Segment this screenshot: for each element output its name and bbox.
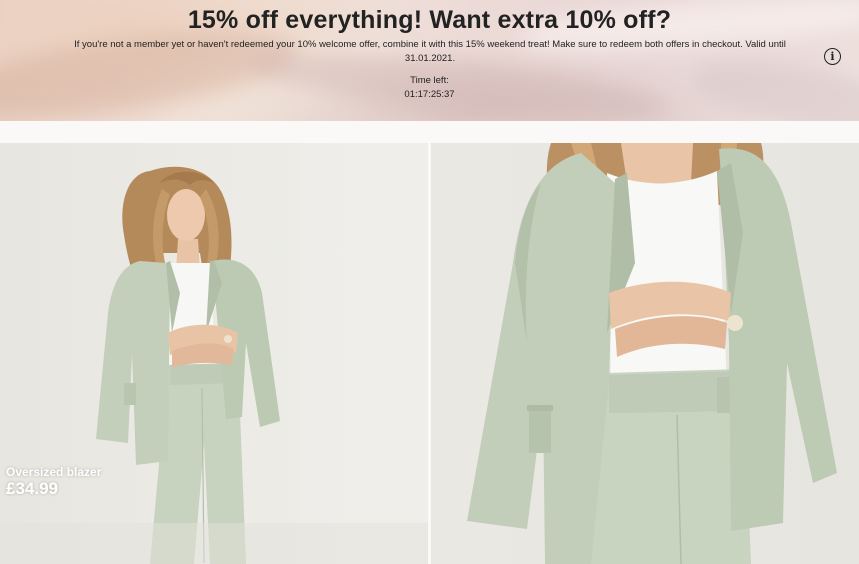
info-icon[interactable]: i <box>824 48 841 65</box>
product-price: £34.99 <box>6 479 58 498</box>
product-image-close-up[interactable] <box>431 143 859 564</box>
model-photo-illustration <box>0 143 428 564</box>
promo-title: 15% off everything! Want extra 10% off? <box>187 6 672 34</box>
promo-banner: 15% off everything! Want extra 10% off? … <box>0 0 859 121</box>
product-caption[interactable]: Oversized blazer £34.99 <box>6 465 101 499</box>
info-icon-glyph: i <box>830 50 835 63</box>
timer-label: Time left: <box>410 75 449 86</box>
countdown-timer: 01:17:25:37 <box>404 89 455 100</box>
model-photo-illustration <box>467 143 837 564</box>
product-name[interactable]: Oversized blazer <box>6 465 101 479</box>
promo-description: If you're not a member yet or haven't re… <box>74 39 786 64</box>
product-image-full-length[interactable] <box>0 143 428 564</box>
